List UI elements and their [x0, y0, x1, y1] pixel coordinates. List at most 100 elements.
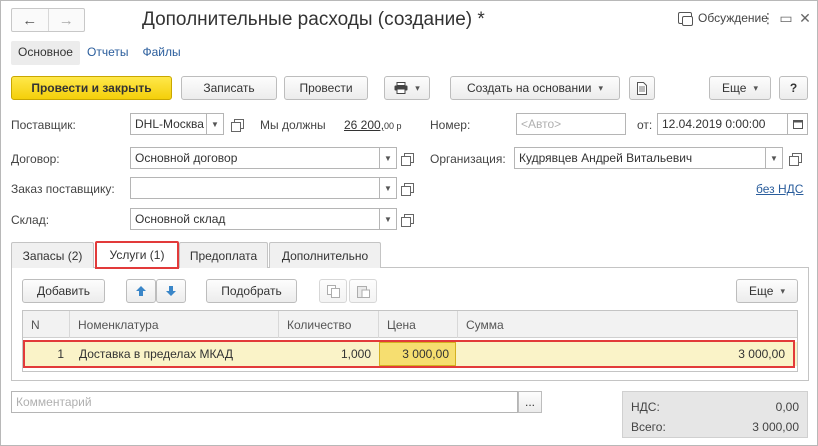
organization-dropdown[interactable]: ▼ — [766, 147, 783, 169]
move-down-button[interactable] — [156, 279, 186, 303]
grand-total-value: 3 000,00 — [752, 420, 799, 434]
chevron-down-icon: ▼ — [384, 153, 392, 163]
menu-icon[interactable]: ⋮ — [761, 10, 775, 27]
back-button[interactable]: ← — [12, 9, 48, 31]
column-n[interactable]: N — [23, 311, 70, 338]
totals-panel: НДС: 0,00 Всего: 3 000,00 — [622, 391, 808, 438]
chevron-down-icon: ▼ — [384, 183, 392, 193]
contract-label: Договор: — [11, 152, 60, 166]
supplier-order-label: Заказ поставщику: — [11, 182, 115, 196]
column-quantity[interactable]: Количество — [279, 311, 379, 338]
grand-total-label: Всего: — [631, 420, 666, 434]
organization-open-button[interactable] — [788, 148, 806, 168]
organization-field[interactable]: Кудрявцев Андрей Витальевич — [514, 147, 766, 169]
chevron-down-icon: ▼ — [211, 119, 219, 129]
discussion-button[interactable]: Обсуждение — [678, 11, 768, 26]
open-icon — [401, 183, 414, 196]
date-field[interactable]: 12.04.2019 0:00:00 — [657, 113, 788, 135]
table-more-label: Еще — [749, 284, 774, 298]
warehouse-dropdown[interactable]: ▼ — [380, 208, 397, 230]
contract-field[interactable]: Основной договор — [130, 147, 380, 169]
calendar-icon — [792, 120, 803, 129]
supplier-open-button[interactable] — [230, 114, 248, 134]
close-icon[interactable]: ✕ — [798, 10, 812, 27]
calendar-button[interactable] — [788, 113, 808, 135]
chevron-down-icon: ▼ — [384, 214, 392, 224]
tab-additional[interactable]: Дополнительно — [269, 242, 381, 268]
select-button[interactable]: Подобрать — [206, 279, 297, 303]
arrow-down-icon — [166, 286, 176, 296]
copy-button[interactable] — [319, 279, 347, 303]
supplier-order-open-button[interactable] — [400, 178, 418, 198]
section-main[interactable]: Основное — [11, 41, 80, 65]
discussion-icon — [678, 12, 693, 26]
comment-field[interactable]: Комментарий — [11, 391, 518, 413]
vat-total-label: НДС: — [631, 400, 660, 414]
grand-total: Всего: 3 000,00 — [623, 420, 807, 434]
print-button[interactable] — [384, 76, 430, 100]
contract-dropdown[interactable]: ▼ — [380, 147, 397, 169]
column-price[interactable]: Цена — [379, 311, 458, 338]
add-button[interactable]: Добавить — [22, 279, 105, 303]
row-highlight — [23, 340, 795, 368]
supplier-label: Поставщик: — [11, 118, 76, 132]
printer-icon — [394, 82, 408, 94]
document-journal-button[interactable] — [629, 76, 655, 100]
section-reports[interactable]: Отчеты — [80, 41, 135, 65]
table-header: N Номенклатура Количество Цена Сумма — [23, 311, 797, 338]
chevron-down-icon: ▼ — [770, 153, 778, 163]
debt-label: Мы должны — [260, 118, 326, 132]
number-label: Номер: — [430, 118, 471, 132]
supplier-order-dropdown[interactable]: ▼ — [380, 177, 397, 199]
comment-edit-button[interactable]: ... — [518, 391, 542, 413]
post-and-close-button[interactable]: Провести и закрыть — [11, 76, 172, 100]
help-button[interactable]: ? — [779, 76, 808, 100]
discussion-label: Обсуждение — [698, 11, 768, 25]
copy-icon — [326, 284, 340, 298]
move-up-button[interactable] — [126, 279, 156, 303]
create-based-on-button[interactable]: Создать на основании — [450, 76, 620, 100]
organization-label: Организация: — [430, 152, 506, 166]
open-icon — [789, 153, 802, 166]
arrow-up-icon — [136, 286, 146, 296]
more-label: Еще — [722, 81, 747, 95]
save-button[interactable]: Записать — [181, 76, 277, 100]
navigation-buttons: ← → — [11, 8, 85, 32]
vat-total-value: 0,00 — [775, 400, 799, 414]
vat-link[interactable]: без НДС — [756, 182, 803, 196]
forward-button[interactable]: → — [47, 9, 85, 31]
warehouse-field[interactable]: Основной склад — [130, 208, 380, 230]
create-based-on-label: Создать на основании — [466, 81, 592, 95]
contract-open-button[interactable] — [400, 148, 418, 168]
supplier-dropdown[interactable]: ▼ — [207, 113, 224, 135]
tab-inventory[interactable]: Запасы (2) — [11, 242, 94, 268]
debt-amount[interactable]: 26 200,00 р — [344, 118, 402, 132]
section-files[interactable]: Файлы — [135, 41, 187, 65]
tab-prepayment[interactable]: Предоплата — [179, 242, 268, 268]
warehouse-open-button[interactable] — [400, 209, 418, 229]
debt-currency: 00 р — [384, 121, 402, 131]
supplier-order-field[interactable] — [130, 177, 380, 199]
date-label: от: — [637, 118, 653, 132]
supplier-field[interactable]: DHL-Москва — [130, 113, 207, 135]
open-icon — [401, 214, 414, 227]
document-icon — [637, 81, 647, 95]
warehouse-label: Склад: — [11, 213, 50, 227]
column-item[interactable]: Номенклатура — [70, 311, 279, 338]
arrow-left-icon: ← — [22, 11, 38, 29]
debt-amount-value: 26 200, — [344, 118, 385, 132]
window-title: Дополнительные расходы (создание) * — [142, 9, 485, 30]
post-button[interactable]: Провести — [284, 76, 368, 100]
paste-icon — [356, 285, 370, 298]
arrow-right-icon: → — [58, 11, 74, 29]
paste-button[interactable] — [349, 279, 377, 303]
number-field[interactable]: <Авто> — [516, 113, 626, 135]
open-icon — [231, 119, 244, 132]
table-more-button[interactable]: Еще — [736, 279, 798, 303]
restore-icon[interactable]: ▭ — [779, 10, 793, 27]
document-window: ← → Дополнительные расходы (создание) * … — [0, 0, 818, 446]
more-button[interactable]: Еще — [709, 76, 771, 100]
column-sum[interactable]: Сумма — [458, 311, 799, 338]
tab-services[interactable]: Услуги (1) — [95, 241, 179, 269]
section-tabs: Основное Отчеты Файлы — [11, 41, 188, 65]
